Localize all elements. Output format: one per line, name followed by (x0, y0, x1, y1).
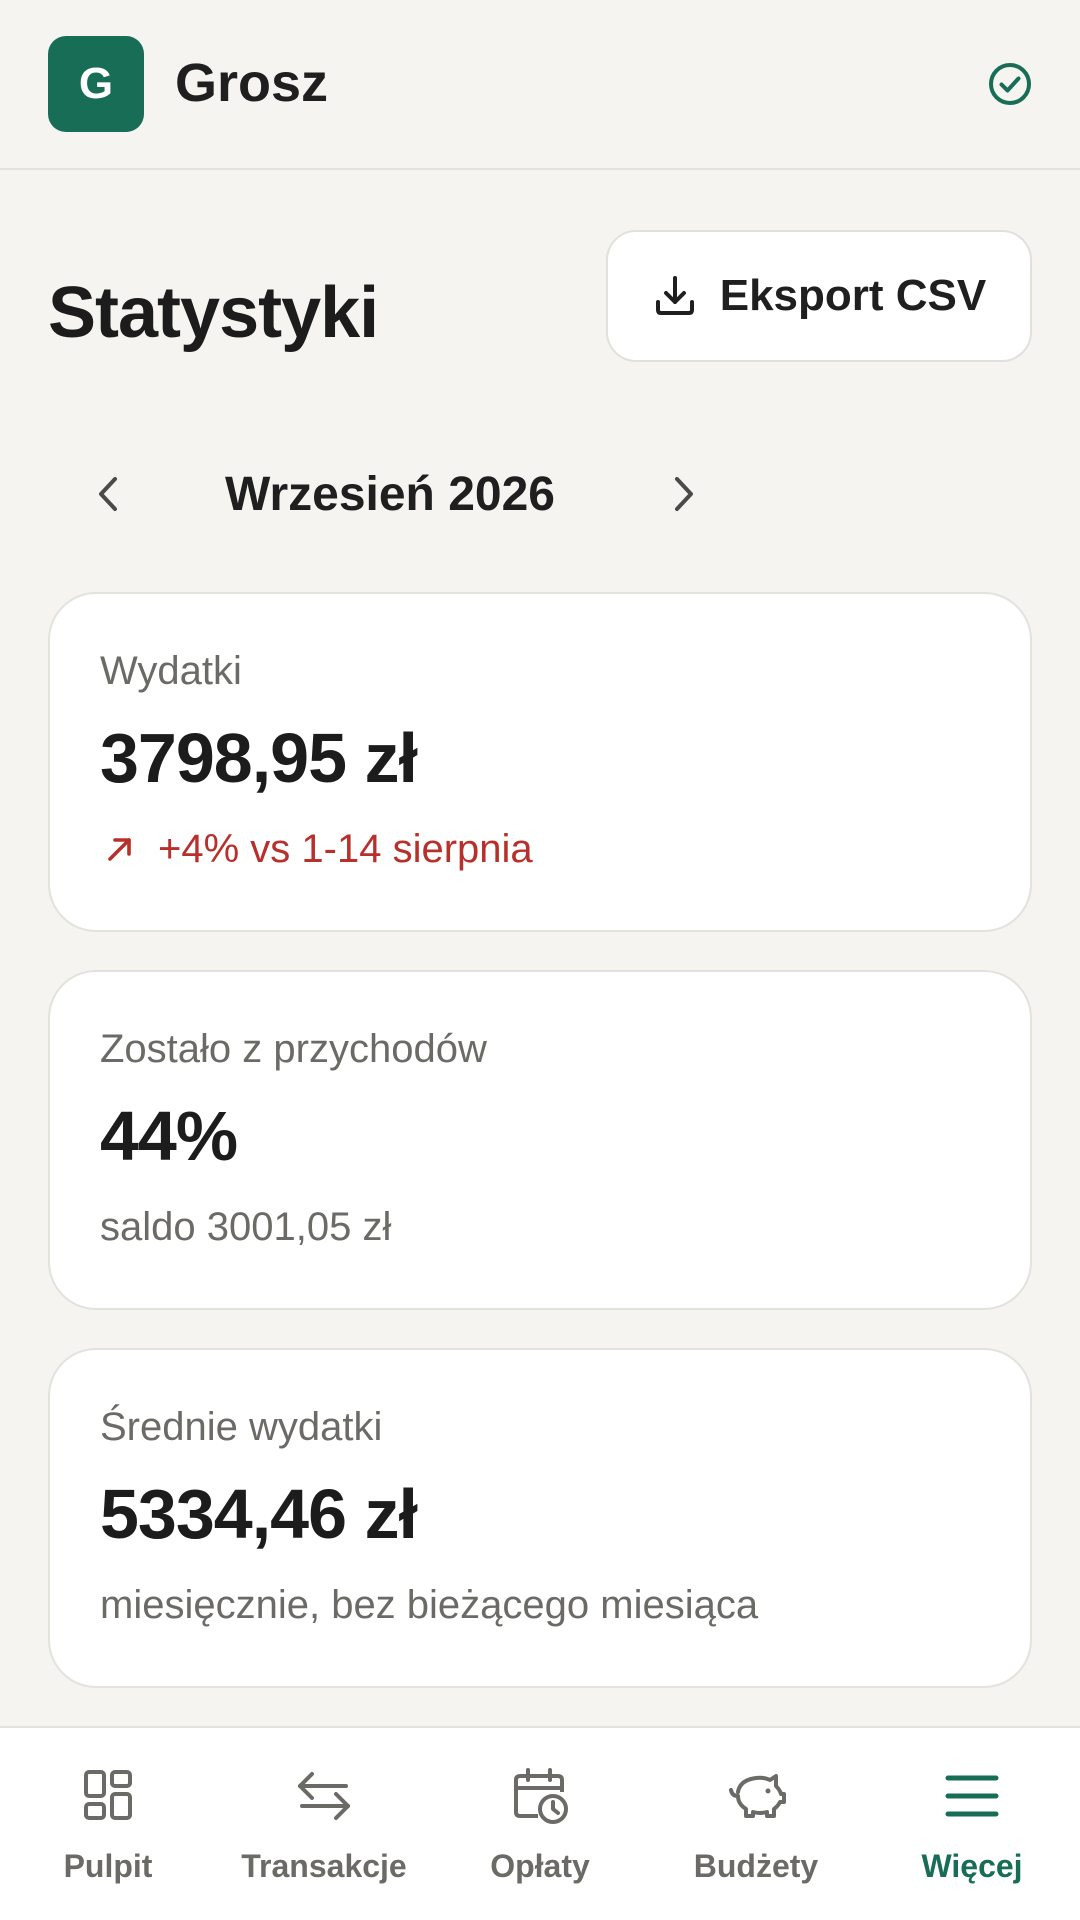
arrow-up-right-icon (108, 838, 131, 861)
download-icon (655, 276, 694, 315)
app-name: Grosz (175, 53, 329, 113)
nav-item-dashboard[interactable]: Pulpit (0, 1728, 216, 1920)
app-logo: G (48, 36, 144, 132)
menu-icon (945, 1775, 999, 1817)
logo-letter: G (78, 59, 114, 108)
stat-note: miesięcznie, bez bieżącego miesiąca (100, 1583, 759, 1627)
nav-item-transactions[interactable]: Transakcje (216, 1728, 432, 1920)
nav-item-bills[interactable]: Opłaty (432, 1728, 648, 1920)
stat-card-average-expenses: Średnie wydatki 5334,46 zł miesięcznie, … (48, 1348, 1032, 1688)
bottom-navigation: Pulpit Transakcje Opłaty Budżety Więcej (0, 1726, 1080, 1920)
stat-value: 44% (100, 1097, 238, 1175)
stat-label: Wydatki (100, 649, 242, 693)
stat-value: 3798,95 zł (100, 719, 418, 797)
stat-trend-text: +4% vs 1-14 sierpnia (158, 827, 533, 871)
export-csv-button[interactable]: Eksport CSV (606, 230, 1032, 362)
nav-item-budgets[interactable]: Budżety (648, 1728, 864, 1920)
page-title: Statystyki (48, 273, 379, 353)
stat-card-remaining-income: Zostało z przychodów 44% saldo 3001,05 z… (48, 970, 1032, 1310)
app-screen: G Grosz Statystyki Eksport CSV Wrzesień … (0, 0, 1080, 1920)
check-circle-icon[interactable] (986, 60, 1034, 108)
current-month-label: Wrzesień 2026 (225, 468, 555, 521)
export-csv-label: Eksport CSV (719, 271, 987, 320)
nav-label: Więcej (921, 1848, 1023, 1884)
month-navigator: Wrzesień 2026 (60, 455, 720, 535)
nav-label: Budżety (693, 1848, 819, 1884)
nav-item-more[interactable]: Więcej (864, 1728, 1080, 1920)
piggy-bank-icon (729, 1774, 786, 1818)
stat-label: Średnie wydatki (100, 1405, 383, 1449)
stat-value: 5334,46 zł (100, 1475, 418, 1553)
calendar-clock-icon (514, 1768, 568, 1824)
stat-card-expenses: Wydatki 3798,95 zł +4% vs 1-14 sierpnia (48, 592, 1032, 932)
stat-note: saldo 3001,05 zł (100, 1205, 392, 1249)
nav-label: Opłaty (490, 1848, 590, 1884)
nav-label: Transakcje (241, 1848, 407, 1884)
app-header: G Grosz (0, 0, 1080, 170)
stat-trend: +4% vs 1-14 sierpnia (100, 824, 533, 874)
chevron-right-icon[interactable] (658, 469, 708, 519)
dashboard-icon (84, 1770, 132, 1820)
transfer-arrows-icon (298, 1772, 350, 1820)
nav-label: Pulpit (63, 1848, 153, 1884)
stat-label: Zostało z przychodów (100, 1027, 487, 1071)
